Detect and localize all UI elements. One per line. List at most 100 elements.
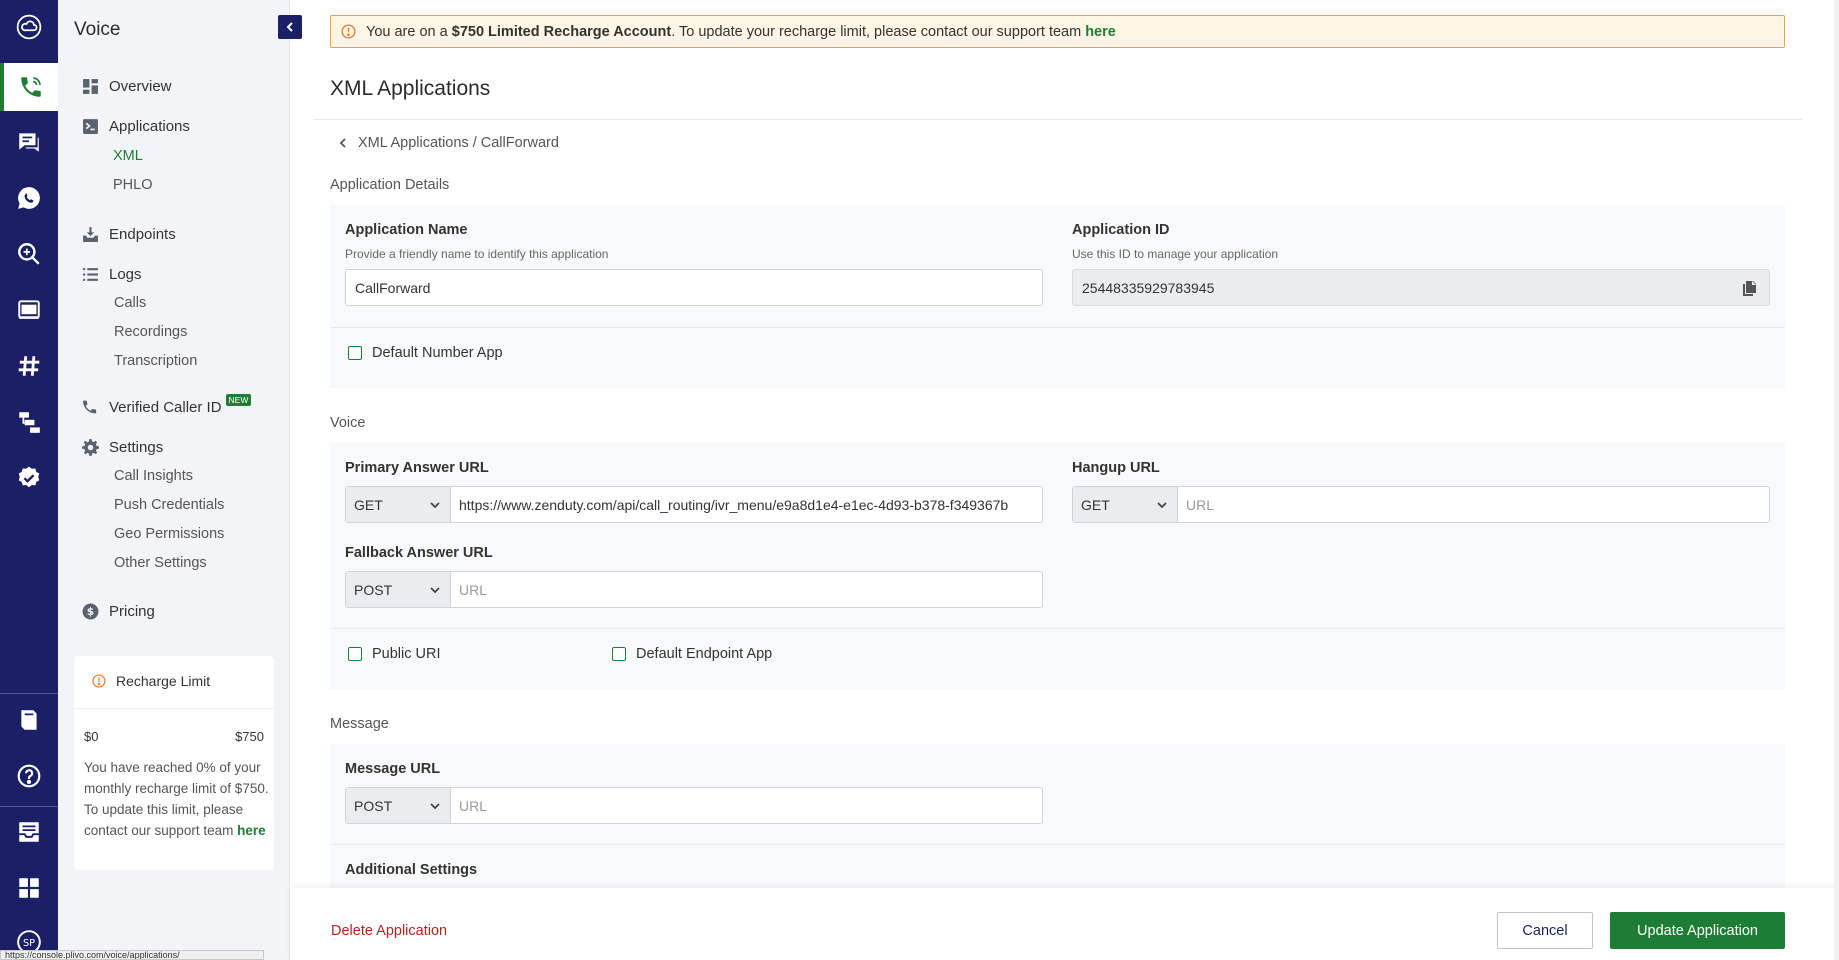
recharge-support-link[interactable]: here [237, 823, 266, 838]
recharge-limit-card: Recharge Limit $0 $750 You have reached … [74, 656, 274, 870]
rail-divider [0, 693, 58, 694]
support-inbox-icon[interactable] [0, 808, 58, 856]
message-url-placeholder[interactable]: URL [451, 788, 1042, 823]
link-status-bar: https://console.plivo.com/voice/applicat… [0, 950, 264, 960]
title-divider [314, 119, 1802, 120]
info-icon [341, 24, 356, 39]
copy-icon[interactable] [1741, 280, 1757, 296]
sidebar-item-label: Settings [109, 439, 164, 456]
new-badge: NEW [225, 393, 252, 406]
checkbox-box[interactable] [612, 647, 626, 661]
fallback-method-select[interactable]: POST [346, 572, 451, 607]
application-id-label: Application ID [1072, 222, 1170, 238]
apps-grid-icon[interactable] [0, 864, 58, 912]
application-name-value: CallForward [355, 279, 431, 296]
breadcrumb[interactable]: XML Applications / CallForward [336, 135, 559, 151]
fallback-url-placeholder[interactable]: URL [451, 572, 1042, 607]
chevron-down-icon [430, 501, 440, 508]
scrollbar[interactable] [1834, 0, 1839, 960]
public-uri-label: Public URI [372, 646, 441, 662]
message-url-label: Message URL [345, 761, 441, 777]
form-footer: Delete Application Cancel Update Applica… [290, 888, 1839, 960]
sidebar-item-endpoints[interactable]: Endpoints [82, 226, 176, 243]
phlo-flow-icon[interactable] [0, 398, 58, 446]
sidebar-item-recordings[interactable]: Recordings [114, 324, 187, 340]
hangup-url-input[interactable]: GET URL [1072, 486, 1770, 523]
message-panel: Message URL POST URL Additional Settings [330, 744, 1785, 888]
sidebar-item-xml[interactable]: XML [113, 148, 143, 164]
lookup-icon[interactable] [0, 230, 58, 278]
message-method-select[interactable]: POST [346, 788, 451, 823]
panel-divider [330, 327, 1785, 328]
docs-book-icon[interactable] [0, 696, 58, 744]
verify-badge-icon[interactable] [0, 454, 58, 502]
application-name-hint: Provide a friendly name to identify this… [345, 247, 609, 261]
sidebar-item-call-insights[interactable]: Call Insights [114, 468, 193, 484]
alert-support-link[interactable]: here [1085, 24, 1116, 40]
recharge-alert-banner: You are on a $750 Limited Recharge Accou… [330, 15, 1785, 48]
voice-phone-icon[interactable] [0, 63, 58, 111]
numbers-hash-icon[interactable] [0, 342, 58, 390]
sidebar-item-calls[interactable]: Calls [114, 295, 146, 311]
section-voice: Voice [330, 415, 366, 431]
whatsapp-icon[interactable] [0, 174, 58, 222]
sidebar-item-geo-permissions[interactable]: Geo Permissions [114, 526, 224, 542]
primary-answer-url-label: Primary Answer URL [345, 460, 489, 476]
application-id-hint: Use this ID to manage your application [1072, 247, 1279, 261]
default-number-app-label: Default Number App [372, 345, 503, 361]
svg-text:$: $ [87, 605, 94, 618]
message-url-input[interactable]: POST URL [345, 787, 1043, 824]
hangup-url-placeholder[interactable]: URL [1178, 487, 1769, 522]
app-rail: SP [0, 0, 58, 960]
messaging-icon[interactable] [0, 118, 58, 166]
terminal-icon [82, 118, 99, 135]
sidebar-item-settings[interactable]: Settings [82, 439, 163, 456]
recharge-limit-title: Recharge Limit [116, 673, 211, 689]
default-number-app-checkbox[interactable]: Default Number App [348, 345, 503, 361]
info-icon [92, 674, 106, 688]
application-name-label: Application Name [345, 222, 468, 238]
help-icon[interactable] [0, 752, 58, 800]
sidebar-item-label: Endpoints [109, 226, 176, 243]
fallback-answer-url-input[interactable]: POST URL [345, 571, 1043, 608]
application-details-panel: Application Name Provide a friendly name… [330, 205, 1785, 388]
sidebar-item-pricing[interactable]: $ Pricing [82, 603, 155, 620]
message-method-value: POST [354, 797, 393, 814]
recharge-description: You have reached 0% of your monthly rech… [84, 757, 270, 841]
recharge-min-value: $0 [84, 729, 99, 744]
avatar-initials: SP [23, 938, 35, 949]
sidebar-item-other-settings[interactable]: Other Settings [114, 555, 207, 571]
delete-application-button[interactable]: Delete Application [331, 923, 447, 939]
update-application-button[interactable]: Update Application [1610, 912, 1785, 949]
sidebar-item-phlo[interactable]: PHLO [113, 177, 153, 193]
checkbox-box[interactable] [348, 346, 362, 360]
sidebar-item-label: Overview [109, 78, 172, 95]
collapse-sidebar-button[interactable] [278, 15, 302, 39]
cloud-logo-icon[interactable] [0, 3, 58, 51]
sidebar-item-verified-caller-id[interactable]: Verified Caller ID NEW [82, 393, 252, 416]
public-uri-checkbox[interactable]: Public URI [348, 646, 441, 662]
additional-settings-label: Additional Settings [345, 862, 478, 878]
fallback-answer-url-label: Fallback Answer URL [345, 545, 493, 561]
sip-icon[interactable] [0, 286, 58, 334]
default-endpoint-app-checkbox[interactable]: Default Endpoint App [612, 646, 772, 662]
sidebar-item-transcription[interactable]: Transcription [114, 353, 197, 369]
default-endpoint-app-label: Default Endpoint App [636, 646, 773, 662]
primary-answer-url-input[interactable]: GET https://www.zenduty.com/api/call_rou… [345, 486, 1043, 523]
checkbox-box[interactable] [348, 647, 362, 661]
alert-suffix: . To update your recharge limit, please … [671, 23, 1082, 40]
cancel-button[interactable]: Cancel [1497, 912, 1593, 949]
section-application-details: Application Details [330, 177, 450, 193]
dashboard-icon [82, 78, 99, 95]
sidebar-item-overview[interactable]: Overview [82, 78, 172, 95]
sidebar-item-push-credentials[interactable]: Push Credentials [114, 497, 224, 513]
sidebar-title: Voice [74, 19, 121, 40]
application-name-input[interactable]: CallForward [345, 269, 1043, 306]
primary-method-select[interactable]: GET [346, 487, 451, 522]
sidebar-item-logs[interactable]: Logs [82, 266, 142, 283]
primary-url-value[interactable]: https://www.zenduty.com/api/call_routing… [451, 487, 1042, 522]
recharge-limit-header: Recharge Limit [92, 673, 210, 689]
sidebar-item-applications[interactable]: Applications [82, 118, 190, 135]
hangup-method-select[interactable]: GET [1073, 487, 1178, 522]
list-icon [82, 266, 99, 283]
